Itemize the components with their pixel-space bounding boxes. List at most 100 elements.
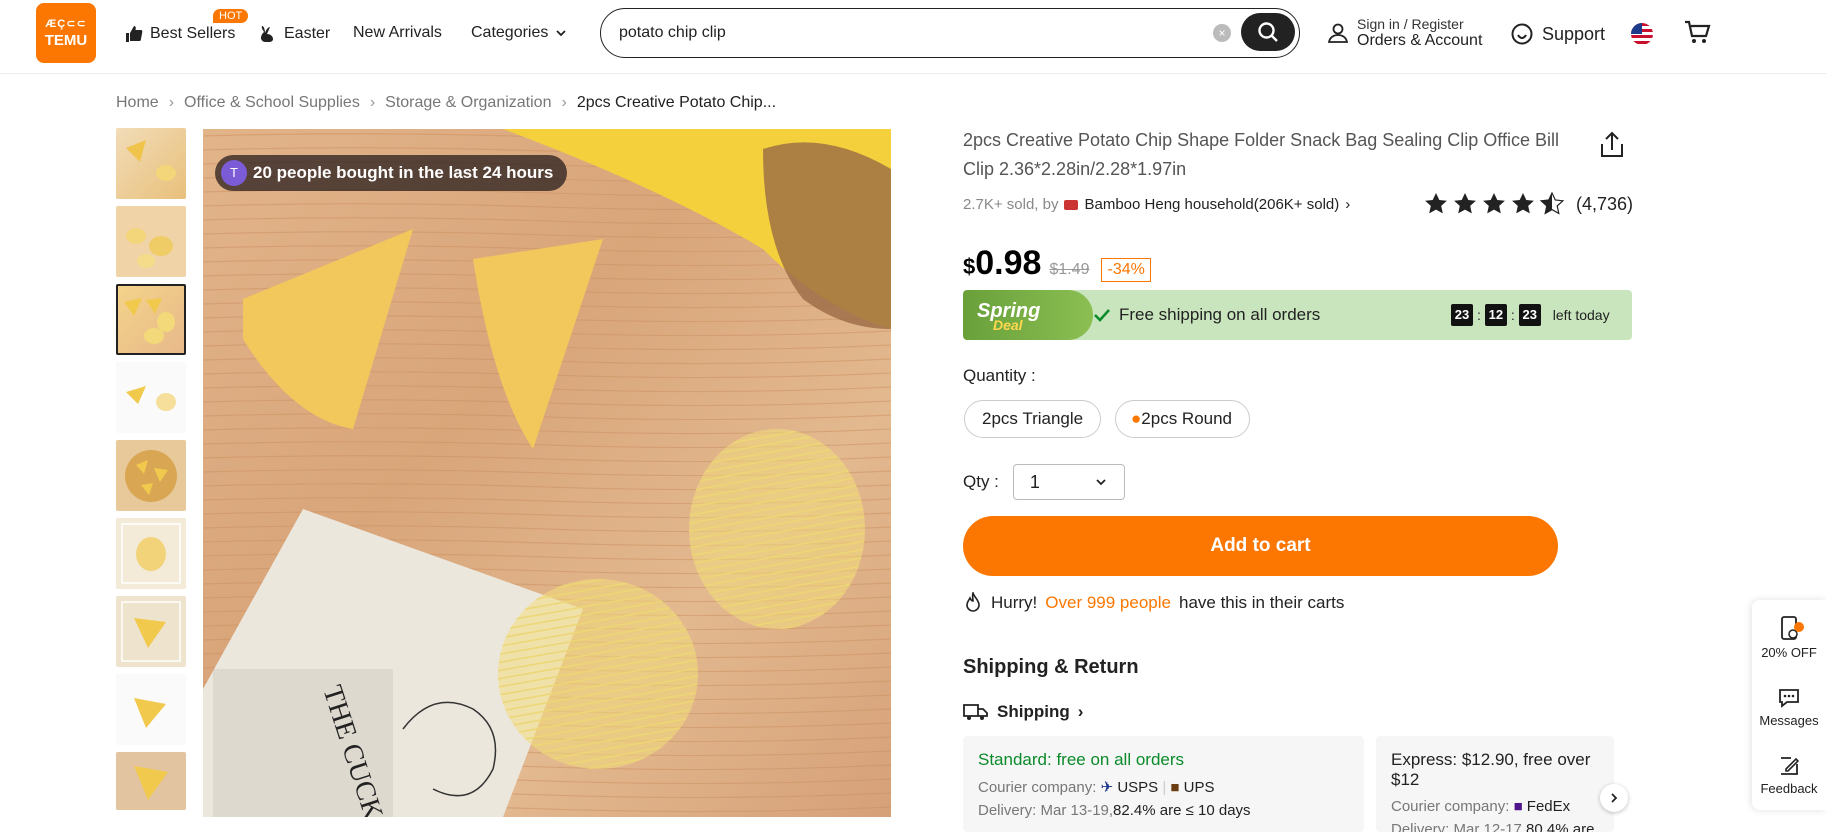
flame-icon bbox=[966, 592, 980, 612]
qty-value: 1 bbox=[1029, 471, 1040, 492]
timer-hours: 23 bbox=[1451, 304, 1473, 326]
star-icon bbox=[1512, 193, 1534, 214]
top-header: ÆÇ⊂⊂ TEMU Best Sellers HOT Easter New Ar… bbox=[0, 0, 1826, 74]
feedback-button[interactable]: Feedback bbox=[1752, 754, 1826, 796]
logo-text: TEMU bbox=[44, 32, 88, 49]
timer-seconds: 23 bbox=[1518, 304, 1541, 326]
next-card-button[interactable] bbox=[1600, 784, 1628, 812]
thumbs-up-icon bbox=[126, 26, 143, 42]
offer-button[interactable]: 20% OFF bbox=[1752, 614, 1826, 660]
option-label: 2pcs Round bbox=[1141, 409, 1233, 428]
nav-label: Categories bbox=[471, 24, 549, 41]
star-icon bbox=[1483, 193, 1505, 214]
shipping-link[interactable]: Shipping › bbox=[963, 702, 1083, 722]
delivery-label: Delivery: Mar 12-17, bbox=[1391, 821, 1527, 832]
breadcrumb-home[interactable]: Home bbox=[116, 94, 159, 112]
share-icon bbox=[1601, 131, 1623, 157]
usps-icon: ✈ bbox=[1100, 779, 1114, 796]
breadcrumb-office[interactable]: Office & School Supplies bbox=[184, 94, 360, 112]
express-shipping-title: Express: $12.90, free over $12 bbox=[1391, 750, 1591, 789]
price-block: $ 0.98 $1.49 -34% bbox=[963, 244, 1151, 283]
temu-logo[interactable]: ÆÇ⊂⊂ TEMU bbox=[36, 3, 96, 63]
chevron-right-icon[interactable]: › bbox=[1345, 196, 1350, 213]
rating-stars bbox=[1425, 192, 1565, 215]
store-logo-icon bbox=[1064, 199, 1079, 210]
store-name[interactable]: Bamboo Heng household(206K+ sold) bbox=[1084, 196, 1339, 213]
original-price: $1.49 bbox=[1049, 261, 1090, 278]
express-shipping-card[interactable]: Express: $12.90, free over $12 Courier c… bbox=[1376, 736, 1614, 832]
thumbnail-4[interactable] bbox=[116, 362, 186, 433]
timer-minutes: 12 bbox=[1484, 304, 1507, 326]
courier-label: Courier company: bbox=[978, 779, 1097, 796]
support-link[interactable]: Support bbox=[1510, 22, 1605, 46]
search-input[interactable] bbox=[619, 21, 1199, 45]
shipping-return-heading: Shipping & Return bbox=[963, 656, 1139, 678]
search-bar: × bbox=[600, 8, 1300, 58]
delivery-stat: 80.4% are bbox=[1526, 821, 1595, 832]
sold-info: 2.7K+ sold, by Bamboo Heng household(206… bbox=[963, 196, 1350, 213]
hurry-label: Hurry! bbox=[991, 593, 1038, 612]
check-icon bbox=[1094, 309, 1110, 322]
feedback-label: Feedback bbox=[1760, 781, 1818, 796]
cart-button[interactable] bbox=[1683, 18, 1711, 51]
sold-count: 2.7K+ sold, by bbox=[963, 196, 1059, 213]
main-product-image[interactable]: THE CUCKOO T 20 people bought in the las… bbox=[203, 129, 891, 817]
orders-account-label: Orders & Account bbox=[1357, 32, 1483, 49]
star-icon bbox=[1425, 193, 1447, 214]
standard-shipping-title: Standard: free on all orders bbox=[978, 750, 1185, 769]
nav-best-sellers[interactable]: Best Sellers bbox=[124, 24, 235, 44]
breadcrumb-storage[interactable]: Storage & Organization bbox=[385, 94, 551, 112]
thumbnail-1[interactable] bbox=[116, 128, 186, 199]
nav-categories[interactable]: Categories bbox=[471, 24, 568, 42]
cart-icon bbox=[1685, 20, 1711, 43]
search-button[interactable] bbox=[1241, 13, 1295, 51]
standard-shipping-card[interactable]: Standard: free on all orders Courier com… bbox=[963, 736, 1364, 832]
support-chat-icon bbox=[1511, 23, 1533, 45]
fedex-icon: ■ bbox=[1513, 798, 1523, 815]
nav-easter[interactable]: Easter bbox=[258, 24, 330, 44]
feedback-edit-icon bbox=[1781, 757, 1800, 775]
hot-badge: HOT bbox=[213, 9, 249, 23]
thumbnail-6[interactable] bbox=[116, 518, 186, 589]
us-flag-icon[interactable] bbox=[1631, 23, 1653, 45]
offer-label: 20% OFF bbox=[1761, 645, 1817, 660]
option-label: 2pcs Triangle bbox=[982, 409, 1084, 428]
hurry-suffix: have this in their carts bbox=[1178, 593, 1345, 612]
spring-deal-tag: Spring Deal bbox=[963, 290, 1093, 340]
left-today-label: left today bbox=[1552, 307, 1610, 323]
qty-select[interactable]: 1 bbox=[1012, 464, 1125, 500]
chevron-right-icon bbox=[1611, 793, 1618, 803]
side-float-panel: 20% OFF Messages Feedback bbox=[1752, 600, 1826, 810]
add-to-cart-button[interactable]: Add to cart bbox=[963, 516, 1558, 576]
nav-new-arrivals[interactable]: New Arrivals bbox=[353, 24, 442, 42]
nav-label: Easter bbox=[284, 25, 331, 42]
thumbnail-5[interactable] bbox=[116, 440, 186, 511]
review-count: (4,736) bbox=[1576, 193, 1634, 214]
currency-symbol: $ bbox=[963, 254, 976, 279]
rating[interactable]: (4,736) bbox=[1424, 192, 1633, 216]
nav-label: Best Sellers bbox=[150, 25, 236, 42]
support-label: Support bbox=[1542, 23, 1606, 44]
notification-dot bbox=[1794, 622, 1804, 632]
carts-count: Over 999 people bbox=[1045, 593, 1171, 612]
thumbnail-9[interactable] bbox=[116, 752, 186, 810]
breadcrumb-current: 2pcs Creative Potato Chip... bbox=[576, 94, 777, 111]
messages-label: Messages bbox=[1759, 713, 1819, 728]
thumbnail-2[interactable] bbox=[116, 206, 186, 277]
delivery-label: Delivery: Mar 13-19, bbox=[978, 802, 1114, 819]
messages-button[interactable]: Messages bbox=[1752, 686, 1826, 728]
courier-ups: UPS bbox=[1183, 779, 1215, 796]
discount-badge: -34% bbox=[1101, 258, 1151, 282]
thumbnail-8[interactable] bbox=[116, 674, 186, 745]
recent-purchase-text: 20 people bought in the last 24 hours bbox=[253, 163, 554, 182]
delivery-row: Delivery: Mar 12-17,80.4% are bbox=[1391, 821, 1599, 832]
thumbnail-3-selected[interactable] bbox=[116, 284, 186, 355]
option-2pcs-round[interactable]: ●2pcs Round bbox=[1115, 400, 1251, 438]
clear-search-icon[interactable]: × bbox=[1213, 24, 1231, 42]
account-menu[interactable]: Sign in / Register Orders & Account bbox=[1327, 16, 1482, 50]
thumbnail-7[interactable] bbox=[116, 596, 186, 667]
countdown-timer: 23: 12: 23 left today bbox=[1451, 304, 1610, 326]
chevron-down-icon bbox=[556, 30, 567, 37]
share-button[interactable] bbox=[1597, 130, 1627, 165]
option-2pcs-triangle[interactable]: 2pcs Triangle bbox=[964, 400, 1102, 438]
